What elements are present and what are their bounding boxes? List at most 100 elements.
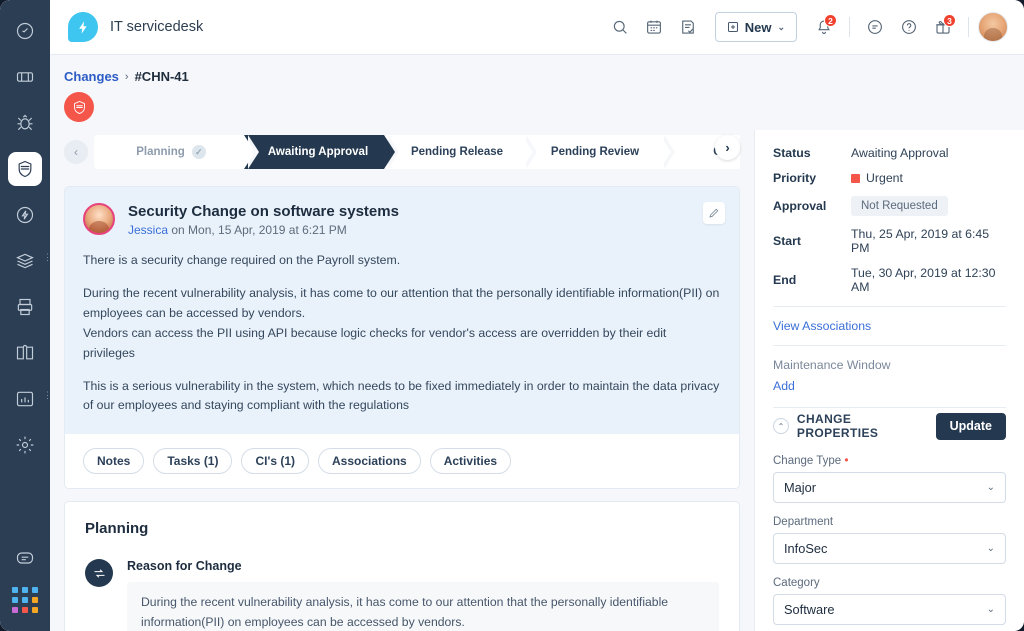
pencil-icon[interactable]	[703, 202, 725, 224]
bell-icon[interactable]: 2	[808, 11, 840, 43]
property-value: Tue, 30 Apr, 2019 at 12:30 AM	[851, 266, 996, 294]
category-select[interactable]: Software ⌄	[773, 594, 1006, 625]
header-divider	[849, 17, 850, 37]
sidebar-item-analytics[interactable]: ⋮	[8, 382, 52, 416]
property-end: End Tue, 30 Apr, 2019 at 12:30 AM	[773, 266, 1006, 294]
priority-swatch-icon	[851, 173, 860, 183]
stage-complete-check-icon: ✓	[191, 145, 206, 159]
apps-grid-icon[interactable]	[12, 587, 38, 613]
new-button-label: New	[744, 19, 772, 35]
description-paragraph: This is a serious vulnerability in the s…	[83, 378, 720, 413]
select-value: Software	[784, 602, 835, 617]
divider	[773, 306, 1006, 307]
breadcrumb: Changes › #CHN-41	[64, 69, 1008, 84]
divider-3	[773, 407, 1006, 408]
calendar-icon[interactable]	[638, 11, 670, 43]
property-label: Priority	[773, 171, 817, 185]
maintenance-window-label: Maintenance Window	[773, 358, 891, 372]
avatar[interactable]	[978, 12, 1008, 42]
bell-badge: 2	[824, 14, 837, 27]
stage-track: Planning ✓ Awaiting Approval Pending Rel…	[94, 135, 740, 169]
property-value-wrap: Urgent	[851, 171, 903, 185]
product-name: IT servicedesk	[110, 19, 204, 35]
chevron-up-icon[interactable]: ⌃	[773, 418, 789, 434]
sidebar-item-assets[interactable]	[8, 290, 42, 324]
reason-for-change-label: Reason for Change	[127, 559, 242, 574]
description-card: Security Change on software systems Jess…	[64, 186, 740, 490]
tasklist-icon[interactable]	[672, 11, 704, 43]
stage-prev-button[interactable]: ‹	[64, 140, 88, 164]
tab-activities[interactable]: Activities	[429, 448, 512, 475]
stage-pending-review[interactable]: Pending Review	[522, 135, 675, 169]
properties-update-button[interactable]: Update	[935, 412, 1006, 440]
page-title: Security Change on software systems	[128, 203, 399, 220]
description-body: There is a security change required on t…	[83, 251, 721, 416]
reason-for-change-text: During the recent vulnerability analysis…	[127, 582, 719, 631]
breadcrumb-parent[interactable]: Changes	[64, 69, 119, 84]
property-label: Start	[773, 234, 802, 248]
change-properties-title: CHANGE PROPERTIES	[796, 412, 879, 440]
property-label: Status	[773, 146, 811, 160]
breadcrumb-separator: ›	[124, 70, 129, 83]
header-divider-2	[968, 17, 969, 37]
app-window: ⋮ ⋮ IT servicedesk New ⌄ 2 3 Changes › #…	[0, 0, 1024, 631]
sidebar-item-changes[interactable]	[8, 152, 42, 186]
main-content: ‹ Planning ✓ Awaiting Approval Pending R…	[50, 130, 754, 631]
property-value: Awaiting Approval	[851, 146, 949, 160]
property-approval: Approval Not Requested	[773, 196, 1006, 216]
description-paragraph: There is a security change required on t…	[83, 253, 401, 267]
sidebar-item-problems[interactable]	[8, 106, 42, 140]
sidebar-item-incidents[interactable]	[8, 198, 42, 232]
maintenance-add-link[interactable]: Add	[773, 379, 1006, 393]
property-priority: Priority Urgent	[773, 171, 1006, 185]
subheader: Changes › #CHN-41 Update ⌄ Associate ⌄ M…	[50, 55, 1024, 161]
field-label: Change Type •	[773, 453, 1006, 467]
planning-title: Planning	[85, 520, 149, 538]
stage-awaiting-approval[interactable]: Awaiting Approval	[244, 135, 399, 169]
header-actions: New ⌄ 2 3	[604, 11, 1008, 43]
stage-planning[interactable]: Planning ✓	[94, 135, 259, 169]
planning-section: Planning Reason for Change During the re…	[65, 502, 739, 631]
gift-icon[interactable]: 3	[927, 11, 959, 43]
field-change-type: Change Type • Major ⌄	[773, 453, 1006, 503]
tab-notes[interactable]: Notes	[83, 448, 145, 475]
chevron-down-icon: ⌄	[986, 543, 995, 554]
change-shield-icon	[64, 92, 94, 122]
sidebar-item-chat[interactable]	[8, 541, 42, 575]
view-associations-link[interactable]: View Associations	[773, 319, 1006, 333]
reason-icon	[85, 559, 113, 588]
left-sidebar: ⋮ ⋮	[0, 0, 52, 631]
change-type-select[interactable]: Major ⌄	[773, 472, 1006, 503]
top-header: IT servicedesk New ⌄ 2 3	[50, 0, 1024, 55]
stage-pending-release[interactable]: Pending Release	[384, 135, 537, 169]
sidebar-item-releases[interactable]: ⋮	[8, 244, 52, 278]
help-icon[interactable]	[893, 11, 925, 43]
description-paragraph: During the recent vulnerability analysis…	[83, 285, 720, 360]
new-button[interactable]: New ⌄	[714, 12, 797, 42]
field-label: Category	[773, 577, 820, 589]
field-department: Department InfoSec ⌄	[773, 516, 1006, 564]
stage-next-button[interactable]: ›	[715, 135, 740, 160]
property-status: Status Awaiting Approval	[773, 146, 1006, 160]
sidebar-item-tickets[interactable]	[8, 60, 42, 94]
change-properties-header: ⌃ CHANGE PROPERTIES Update	[773, 412, 1006, 440]
sidebar-item-dashboard[interactable]	[8, 14, 42, 48]
tab-cis[interactable]: CI's (1)	[241, 448, 310, 475]
stage-label: Awaiting Approval	[267, 146, 369, 158]
tab-tasks[interactable]: Tasks (1)	[153, 448, 233, 475]
stage-progress-bar: ‹ Planning ✓ Awaiting Approval Pending R…	[64, 130, 740, 174]
feedback-chat-icon[interactable]	[859, 11, 891, 43]
tab-associations[interactable]: Associations	[318, 448, 421, 475]
author-link[interactable]: Jessica	[128, 223, 168, 237]
reason-for-change-row: Reason for Change During the recent vuln…	[85, 559, 719, 631]
sidebar-item-solutions[interactable]	[8, 336, 42, 370]
field-label-text: Change Type	[773, 455, 842, 467]
divider-2	[773, 345, 1006, 346]
planning-card: Planning Reason for Change During the re…	[64, 501, 740, 631]
department-select[interactable]: InfoSec ⌄	[773, 533, 1006, 564]
select-value: InfoSec	[784, 541, 828, 556]
gift-badge: 3	[943, 14, 956, 27]
requester-avatar	[83, 203, 115, 235]
search-icon[interactable]	[604, 11, 636, 43]
sidebar-item-admin[interactable]	[8, 428, 42, 462]
